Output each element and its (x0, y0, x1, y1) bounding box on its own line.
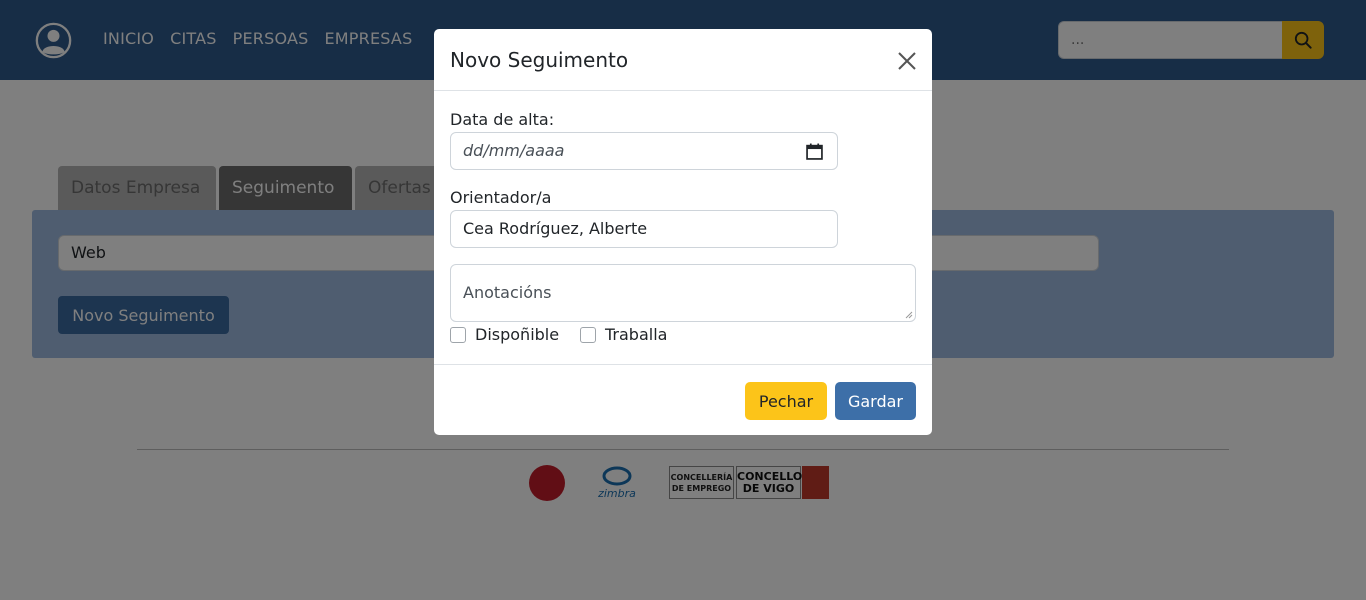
disponible-checkbox[interactable] (450, 326, 466, 343)
pechar-button[interactable]: Pechar (745, 382, 827, 420)
date-placeholder: dd/mm/aaaa (463, 141, 565, 160)
anotacions-placeholder: Anotacións (463, 283, 552, 302)
resize-grip-icon[interactable] (905, 311, 913, 319)
date-field[interactable]: dd/mm/aaaa (450, 132, 838, 170)
novo-seguimento-modal: Novo Seguimento Data de alta: dd/mm/aaaa… (434, 29, 932, 435)
orientador-select[interactable]: Cea Rodríguez, Alberte (450, 210, 838, 248)
calendar-icon[interactable] (806, 143, 823, 160)
gardar-button[interactable]: Gardar (835, 382, 916, 420)
disponible-option: Dispoñible (450, 325, 559, 344)
traballa-label[interactable]: Traballa (605, 325, 667, 344)
date-label: Data de alta: (450, 110, 555, 129)
close-icon[interactable] (896, 50, 918, 72)
modal-title: Novo Seguimento (450, 48, 629, 72)
traballa-option: Traballa (580, 325, 667, 344)
modal-header: Novo Seguimento (434, 29, 932, 91)
orientador-label: Orientador/a (450, 188, 552, 207)
modal-footer: Pechar Gardar (434, 364, 932, 435)
disponible-label[interactable]: Dispoñible (475, 325, 559, 344)
traballa-checkbox[interactable] (580, 326, 596, 343)
anotacions-textarea[interactable]: Anotacións (450, 264, 916, 322)
